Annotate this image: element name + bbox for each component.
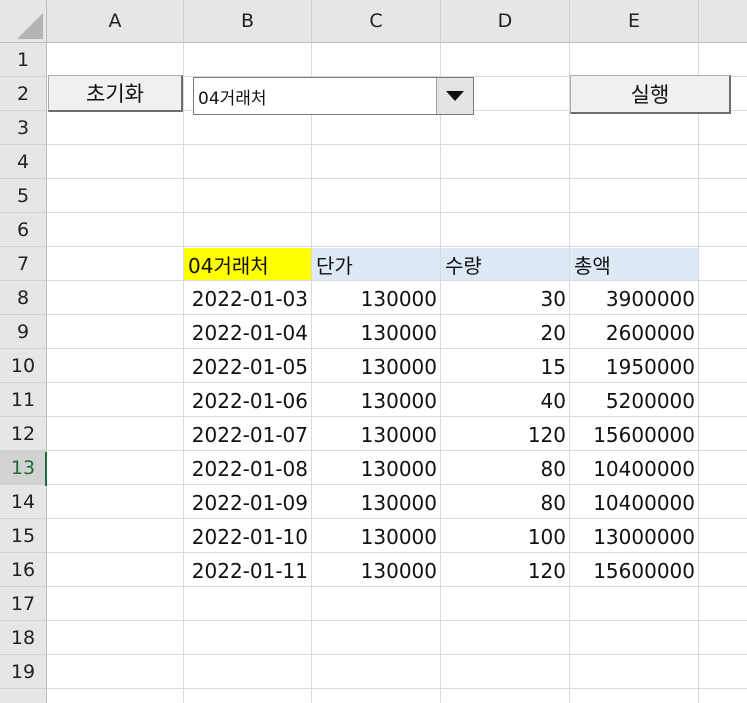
gridline — [47, 144, 747, 145]
row-header-20[interactable] — [0, 689, 47, 703]
quantity-cell[interactable]: 20 — [441, 316, 570, 349]
row-header-8[interactable]: 8 — [0, 281, 47, 315]
unit-price-cell[interactable]: 130000 — [312, 350, 441, 383]
row-header-4[interactable]: 4 — [0, 145, 47, 179]
row-header-16[interactable]: 16 — [0, 553, 47, 587]
row-header-14[interactable]: 14 — [0, 485, 47, 519]
gridline — [47, 654, 747, 655]
unit-price-cell[interactable]: 130000 — [312, 384, 441, 417]
dropdown-button[interactable] — [436, 78, 473, 114]
select-all-triangle-icon — [17, 13, 43, 39]
row-header-5[interactable]: 5 — [0, 179, 47, 213]
gridline — [47, 688, 747, 689]
row-header-17[interactable]: 17 — [0, 587, 47, 621]
row-header-15[interactable]: 15 — [0, 519, 47, 553]
total-cell[interactable]: 3900000 — [570, 282, 699, 315]
date-cell[interactable]: 2022-01-03 — [184, 282, 312, 315]
unit-price-cell[interactable]: 130000 — [312, 452, 441, 485]
total-cell[interactable]: 15600000 — [570, 418, 699, 451]
chevron-down-icon — [446, 91, 464, 101]
row-header-9[interactable]: 9 — [0, 315, 47, 349]
row-header-18[interactable]: 18 — [0, 621, 47, 655]
dropdown-selected-value: 04거래처 — [198, 88, 267, 109]
header-cell-total[interactable]: 총액 — [570, 248, 699, 281]
row-header-19[interactable]: 19 — [0, 655, 47, 689]
total-cell[interactable]: 13000000 — [570, 520, 699, 553]
quantity-cell[interactable]: 15 — [441, 350, 570, 383]
header-cell-unit-price[interactable]: 단가 — [312, 248, 441, 281]
quantity-cell[interactable]: 40 — [441, 384, 570, 417]
gridline — [47, 620, 747, 621]
unit-price-cell[interactable]: 130000 — [312, 282, 441, 315]
column-header-c[interactable]: C — [312, 0, 441, 43]
total-cell[interactable]: 10400000 — [570, 452, 699, 485]
header-cell-quantity[interactable]: 수량 — [441, 248, 570, 281]
unit-price-cell[interactable]: 130000 — [312, 554, 441, 587]
date-cell[interactable]: 2022-01-10 — [184, 520, 312, 553]
quantity-cell[interactable]: 30 — [441, 282, 570, 315]
total-cell[interactable]: 1950000 — [570, 350, 699, 383]
unit-price-cell[interactable]: 130000 — [312, 486, 441, 519]
date-cell[interactable]: 2022-01-04 — [184, 316, 312, 349]
quantity-cell[interactable]: 120 — [441, 554, 570, 587]
column-header-d[interactable]: D — [441, 0, 570, 43]
unit-price-cell[interactable]: 130000 — [312, 418, 441, 451]
total-cell[interactable]: 2600000 — [570, 316, 699, 349]
column-header-e[interactable]: E — [570, 0, 699, 43]
row-header-6[interactable]: 6 — [0, 213, 47, 247]
date-cell[interactable]: 2022-01-09 — [184, 486, 312, 519]
date-cell[interactable]: 2022-01-05 — [184, 350, 312, 383]
row-header-10[interactable]: 10 — [0, 349, 47, 383]
row-header-11[interactable]: 11 — [0, 383, 47, 417]
select-all-corner[interactable] — [0, 0, 47, 43]
total-cell[interactable]: 5200000 — [570, 384, 699, 417]
column-header-b[interactable]: B — [184, 0, 312, 43]
reset-button[interactable]: 초기화 — [48, 75, 183, 112]
column-header-f[interactable] — [699, 0, 747, 43]
header-cell-partner[interactable]: 04거래처 — [184, 248, 312, 281]
gridline — [47, 178, 747, 179]
row-header-3[interactable]: 3 — [0, 111, 47, 145]
quantity-cell[interactable]: 100 — [441, 520, 570, 553]
quantity-cell[interactable]: 80 — [441, 486, 570, 519]
row-header-7[interactable]: 7 — [0, 247, 47, 281]
date-cell[interactable]: 2022-01-07 — [184, 418, 312, 451]
partner-dropdown[interactable]: 04거래처 — [193, 77, 474, 115]
date-cell[interactable]: 2022-01-11 — [184, 554, 312, 587]
quantity-cell[interactable]: 80 — [441, 452, 570, 485]
unit-price-cell[interactable]: 130000 — [312, 316, 441, 349]
row-header-2[interactable]: 2 — [0, 77, 47, 111]
row-header-12[interactable]: 12 — [0, 417, 47, 451]
row-header-1[interactable]: 1 — [0, 43, 47, 77]
total-cell[interactable]: 15600000 — [570, 554, 699, 587]
quantity-cell[interactable]: 120 — [441, 418, 570, 451]
gridline — [47, 212, 747, 213]
date-cell[interactable]: 2022-01-08 — [184, 452, 312, 485]
date-cell[interactable]: 2022-01-06 — [184, 384, 312, 417]
unit-price-cell[interactable]: 130000 — [312, 520, 441, 553]
column-header-a[interactable]: A — [47, 0, 184, 43]
total-cell[interactable]: 10400000 — [570, 486, 699, 519]
gridline — [47, 246, 747, 247]
run-button[interactable]: 실행 — [570, 75, 731, 114]
active-row-indicator — [45, 452, 47, 486]
row-header-13[interactable]: 13 — [0, 451, 47, 485]
